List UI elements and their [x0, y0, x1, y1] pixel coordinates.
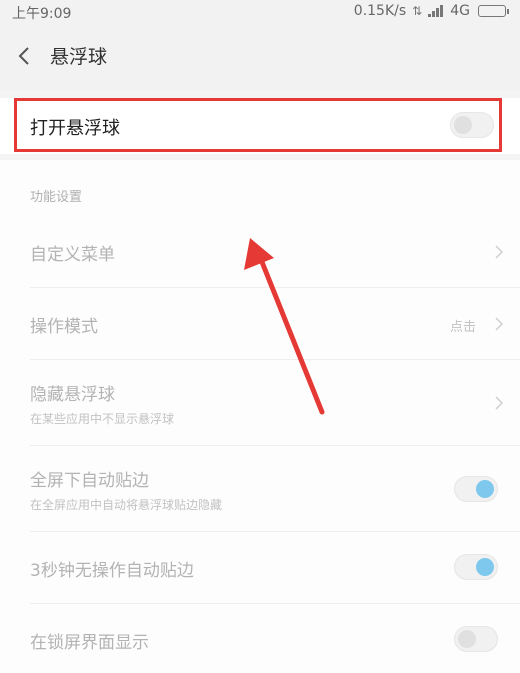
settings-row-custom-menu[interactable]: 自定义菜单: [0, 216, 520, 288]
section-title: 功能设置: [30, 190, 83, 205]
network-speed: 0.15K/s: [353, 3, 407, 19]
signal-icon: [428, 5, 444, 17]
data-transfer-icon: ⇅: [412, 4, 423, 18]
battery-icon: [478, 5, 509, 17]
status-indicators: 0.15K/s ⇅ 4G: [353, 3, 509, 19]
floating-ball-toggle-row[interactable]: 打开悬浮球: [0, 98, 520, 154]
settings-row-operation-mode[interactable]: 操作模式 点击: [0, 288, 520, 360]
chevron-right-icon: [495, 317, 504, 331]
row-subtitle: 在某些应用中不显示悬浮球: [30, 412, 175, 426]
toggle-knob: [476, 558, 494, 576]
settings-row-lockscreen: 在锁屏界面显示: [0, 604, 520, 673]
status-time: 上午9:09: [12, 6, 72, 22]
status-bar: 上午9:09 0.15K/s ⇅ 4G: [0, 0, 520, 24]
row-title: 操作模式: [30, 317, 98, 337]
settings-row-idle-edge: 3秒钟无操作自动贴边: [0, 532, 520, 604]
settings-row-fullscreen-edge: 全屏下自动贴边 在全屏应用中自动将悬浮球贴边隐藏: [0, 446, 520, 532]
idle-edge-toggle[interactable]: [454, 554, 498, 580]
fullscreen-edge-toggle[interactable]: [454, 476, 498, 502]
row-subtitle: 在全屏应用中自动将悬浮球贴边隐藏: [30, 498, 223, 512]
app-header: 悬浮球: [0, 24, 520, 90]
settings-panel: 功能设置 自定义菜单 操作模式 点击 隐藏悬浮球 在某些应用中不显示悬浮球 全屏…: [0, 160, 520, 673]
chevron-left-icon[interactable]: [14, 44, 34, 68]
chevron-right-icon: [495, 245, 504, 259]
toggle-knob: [458, 630, 476, 648]
row-title: 隐藏悬浮球: [30, 385, 115, 405]
network-type: 4G: [450, 3, 470, 19]
row-title: 全屏下自动贴边: [30, 471, 149, 491]
floating-ball-toggle-switch[interactable]: [450, 112, 494, 138]
row-value: 点击: [449, 320, 476, 335]
floating-ball-toggle-label: 打开悬浮球: [30, 118, 120, 139]
row-title: 自定义菜单: [30, 245, 115, 265]
row-title: 在锁屏界面显示: [30, 633, 149, 653]
page-title: 悬浮球: [50, 46, 108, 68]
toggle-knob: [454, 116, 472, 134]
chevron-right-icon: [495, 396, 504, 410]
row-title: 3秒钟无操作自动贴边: [30, 561, 194, 581]
settings-row-hide-ball[interactable]: 隐藏悬浮球 在某些应用中不显示悬浮球: [0, 360, 520, 446]
lockscreen-toggle[interactable]: [454, 626, 498, 652]
toggle-knob: [476, 480, 494, 498]
